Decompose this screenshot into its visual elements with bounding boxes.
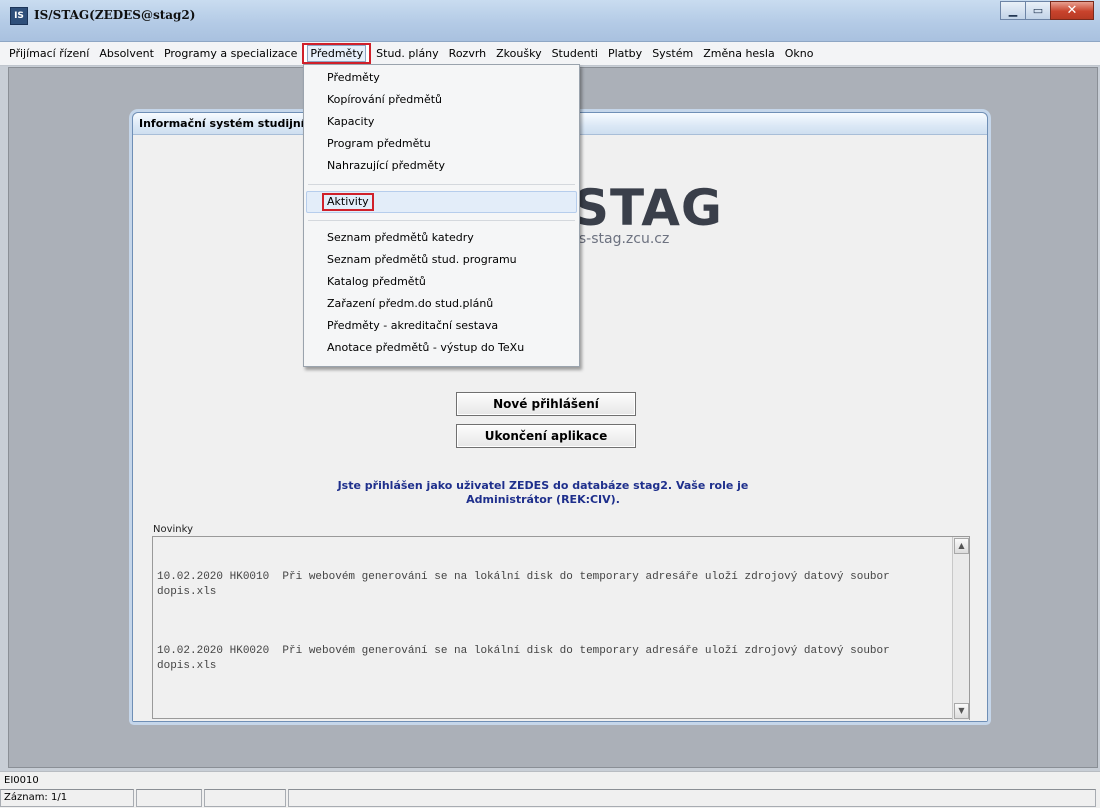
menu-programy[interactable]: Programy a specializace [159,44,302,64]
app-icon[interactable]: IS [10,7,28,25]
stag-logo-url: is-stag.zcu.cz [575,231,670,247]
close-icon: ✕ [1066,3,1078,18]
exit-app-button[interactable]: Ukončení aplikace [456,424,636,448]
dd-zarazeni-predm[interactable]: Zařazení předm.do stud.plánů [306,293,577,315]
news-scrollbar[interactable]: ▲ ▼ [952,537,970,720]
menu-studenti[interactable]: Studenti [547,44,603,64]
menu-predmety[interactable]: Předměty [302,43,372,64]
stag-logo: STAG [573,179,723,237]
dd-program-predmetu[interactable]: Program předmětu [306,133,577,155]
menu-zkousky[interactable]: Zkoušky [491,44,546,64]
status-bar: EI0010 Záznam: 1/1 [0,771,1100,808]
dd-anotace-texu[interactable]: Anotace předmětů - výstup do TeXu [306,337,577,359]
news-item: 10.02.2020 HK0020 Při webovém generování… [157,645,897,672]
new-login-button[interactable]: Nové přihlášení [456,392,636,416]
status-panels: Záznam: 1/1 [0,789,1100,807]
dd-nahrazujici-predmety[interactable]: Nahrazující předměty [306,155,577,177]
maximize-button[interactable]: ▭ [1025,1,1051,20]
maximize-icon: ▭ [1032,4,1044,17]
predmety-dropdown-menu: Předměty Kopírování předmětů Kapacity Pr… [303,64,580,367]
status-panel [204,789,286,807]
news-label: Novinky [153,524,193,535]
scroll-up-icon[interactable]: ▲ [954,538,969,554]
menu-system[interactable]: Systém [647,44,698,64]
dd-akreditacni-sestava[interactable]: Předměty - akreditační sestava [306,315,577,337]
main-window-title: Informační systém studijní [139,117,305,130]
status-code: EI0010 [4,775,39,786]
menu-prijimaci-rizeni[interactable]: Přijímací řízení [4,44,94,64]
title-bar: IS IS/STAG(ZEDES@stag2) ▁ ▭ ✕ [0,0,1100,42]
window-controls: ▁ ▭ ✕ [1000,1,1094,20]
minimize-button[interactable]: ▁ [1000,1,1026,20]
menu-predmety-label: Předměty [307,45,367,62]
dd-aktivity[interactable]: Aktivity [306,191,577,213]
dd-separator [308,220,575,221]
dd-seznam-stud-programu[interactable]: Seznam předmětů stud. programu [306,249,577,271]
user-info-text: Jste přihlášen jako uživatel ZEDES do da… [337,479,749,506]
news-item: 10.02.2020 HK0010 Při webovém generování… [157,571,897,598]
news-content: 10.02.2020 HK0010 Při webovém generování… [157,540,950,718]
dd-separator [308,184,575,185]
dd-kopirovani-predmetu[interactable]: Kopírování předmětů [306,89,577,111]
status-panel [136,789,202,807]
menu-bar: Přijímací řízení Absolvent Programy a sp… [0,42,1100,66]
menu-rozvrh[interactable]: Rozvrh [444,44,491,64]
minimize-icon: ▁ [1008,4,1018,17]
window-title: IS/STAG(ZEDES@stag2) [34,8,196,22]
dd-kapacity[interactable]: Kapacity [306,111,577,133]
dd-seznam-katedry[interactable]: Seznam předmětů katedry [306,227,577,249]
status-panel [288,789,1096,807]
menu-stud-plany[interactable]: Stud. plány [371,44,444,64]
status-record: Záznam: 1/1 [0,789,134,807]
dd-aktivity-label: Aktivity [322,193,374,211]
close-button[interactable]: ✕ [1050,1,1094,20]
menu-zmena-hesla[interactable]: Změna hesla [698,44,780,64]
news-textarea[interactable]: 10.02.2020 HK0010 Při webovém generování… [152,536,970,720]
menu-absolvent[interactable]: Absolvent [94,44,159,64]
dd-predmety[interactable]: Předměty [306,67,577,89]
menu-okno[interactable]: Okno [780,44,819,64]
scroll-down-icon[interactable]: ▼ [954,703,969,719]
menu-platby[interactable]: Platby [603,44,647,64]
dd-katalog-predmetu[interactable]: Katalog předmětů [306,271,577,293]
